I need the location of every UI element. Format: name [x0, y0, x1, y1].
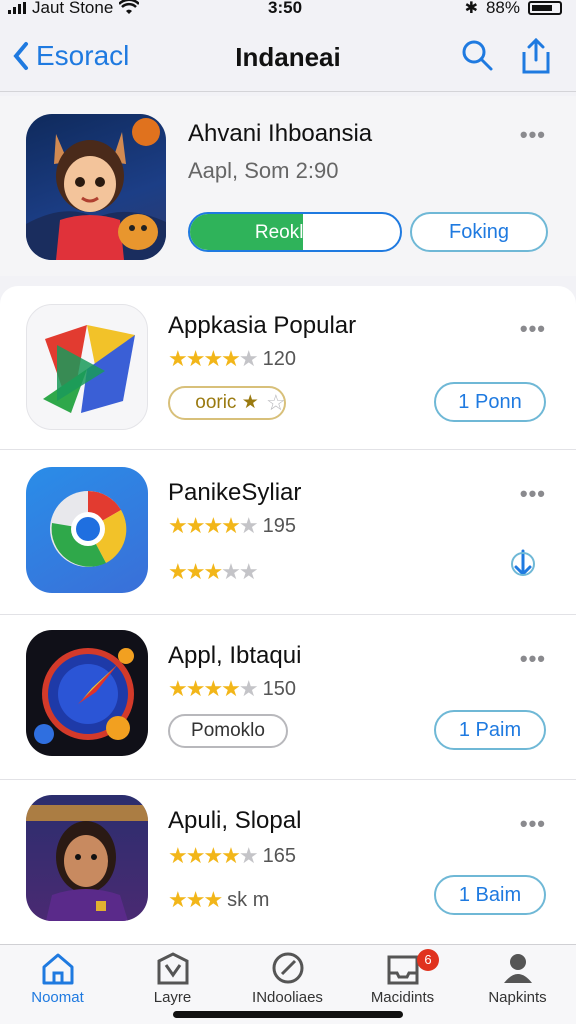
- secondary-text: sk m: [227, 888, 270, 911]
- tab-inbox[interactable]: Macidints 6: [345, 949, 460, 1006]
- app-icon-game[interactable]: [26, 795, 148, 921]
- app-secondary-rating: ★★★★★: [168, 559, 263, 585]
- compass-icon: [272, 952, 303, 984]
- star-rating-icon: ★★★★★: [168, 346, 259, 371]
- star-rating-icon: ★★★★★: [168, 843, 259, 868]
- list-item[interactable]: PanikeSyliar ★★★★★ 195 ★★★★★ •••: [0, 451, 576, 615]
- progress-label: Reoklaon: [254, 222, 336, 243]
- search-icon[interactable]: [460, 38, 494, 72]
- tab-label: Napkints: [488, 989, 547, 1006]
- star-rating-icon: ★★★★★: [168, 559, 259, 584]
- status-bar: Jaut Stone 3:50 ✱ 88%: [0, 0, 576, 18]
- get-button[interactable]: 1 Ponn: [434, 382, 546, 422]
- star-rating-icon: ★★★★★: [168, 513, 259, 538]
- get-button[interactable]: 1 Paim: [434, 710, 546, 750]
- featured-app-card[interactable]: Ahvani Ihboansia Aapl, Som 2:90 ••• Reok…: [0, 96, 576, 276]
- carrier-group: Jaut Stone: [8, 0, 140, 18]
- list-item[interactable]: Appkasia Popular ★★★★★ 120 ooric ★ ☆ •••…: [0, 286, 576, 450]
- status-time: 3:50: [268, 0, 303, 17]
- navigation-bar: Esoracl Indaneai: [0, 30, 576, 92]
- more-options-icon[interactable]: •••: [520, 122, 546, 148]
- app-rating: ★★★★★ 150: [168, 676, 296, 702]
- wifi-icon: [119, 0, 140, 14]
- battery-percent: 88%: [485, 0, 520, 17]
- inbox-icon: [387, 955, 418, 985]
- star-rating-icon: ★★★: [168, 887, 223, 912]
- battery-icon: [528, 1, 562, 15]
- app-name: Appl, Ibtaqui: [168, 642, 302, 669]
- tab-label: Layre: [153, 989, 192, 1006]
- list-item[interactable]: Appl, Ibtaqui ★★★★★ 150 Pomoklo ••• 1 Pa…: [0, 616, 576, 780]
- share-icon[interactable]: [520, 38, 552, 74]
- tab-label: Macidints: [370, 989, 435, 1006]
- app-icon-browser[interactable]: [26, 467, 148, 593]
- app-rating: ★★★★★ 120: [168, 346, 296, 372]
- tab-profile[interactable]: Napkints: [460, 951, 575, 1006]
- featured-app-name: Ahvani Ihboansia: [188, 120, 373, 147]
- tab-label: Noomat: [31, 989, 84, 1006]
- more-options-icon[interactable]: •••: [520, 811, 546, 837]
- app-name: PanikeSyliar: [168, 479, 302, 506]
- rating-count: 150: [262, 677, 296, 700]
- app-secondary-rating: ★★★ sk m: [168, 887, 269, 913]
- rating-count: 195: [262, 514, 296, 537]
- app-tag[interactable]: Pomoklo: [168, 714, 288, 748]
- app-list: Appkasia Popular ★★★★★ 120 ooric ★ ☆ •••…: [0, 286, 576, 944]
- rating-count: 165: [262, 844, 296, 867]
- tab-store[interactable]: Layre: [115, 951, 230, 1006]
- tab-label: INdooliaes: [252, 989, 323, 1006]
- star-rating-icon: ★★★★★: [168, 676, 259, 701]
- tab-home[interactable]: Noomat: [0, 951, 115, 1006]
- app-icon-compass[interactable]: [26, 630, 148, 756]
- app-name: Apuli, Slopal: [168, 807, 302, 834]
- star-outline-icon[interactable]: ☆: [266, 390, 286, 416]
- list-item[interactable]: Apuli, Slopal ★★★★★ 165 ★★★ sk m ••• 1 B…: [0, 781, 576, 944]
- carrier-name: Jaut Stone: [32, 0, 114, 17]
- bluetooth-icon: ✱: [464, 0, 478, 17]
- app-icon-play[interactable]: [26, 304, 148, 430]
- download-progress-button[interactable]: Reoklaon: [188, 212, 402, 252]
- nav-actions: [460, 38, 552, 74]
- more-options-icon[interactable]: •••: [520, 316, 546, 342]
- signal-icon: [8, 2, 26, 14]
- featured-app-icon[interactable]: [26, 114, 166, 260]
- download-icon[interactable]: [508, 547, 538, 581]
- person-icon: [503, 954, 532, 983]
- app-rating: ★★★★★ 195: [168, 513, 296, 539]
- app-rating: ★★★★★ 165: [168, 843, 296, 869]
- tab-discover[interactable]: INdooliaes: [230, 951, 345, 1006]
- store-icon: [157, 952, 188, 985]
- notification-badge: 6: [417, 949, 439, 971]
- featured-secondary-button[interactable]: Foking: [410, 212, 548, 252]
- home-icon: [42, 953, 73, 985]
- status-right: ✱ 88%: [465, 0, 562, 18]
- more-options-icon[interactable]: •••: [520, 646, 546, 672]
- more-options-icon[interactable]: •••: [520, 481, 546, 507]
- get-button[interactable]: 1 Baim: [434, 875, 546, 915]
- home-indicator: [173, 1011, 403, 1018]
- app-name: Appkasia Popular: [168, 312, 357, 339]
- featured-app-subtitle: Aapl, Som 2:90: [188, 158, 339, 183]
- rating-count: 120: [262, 347, 296, 370]
